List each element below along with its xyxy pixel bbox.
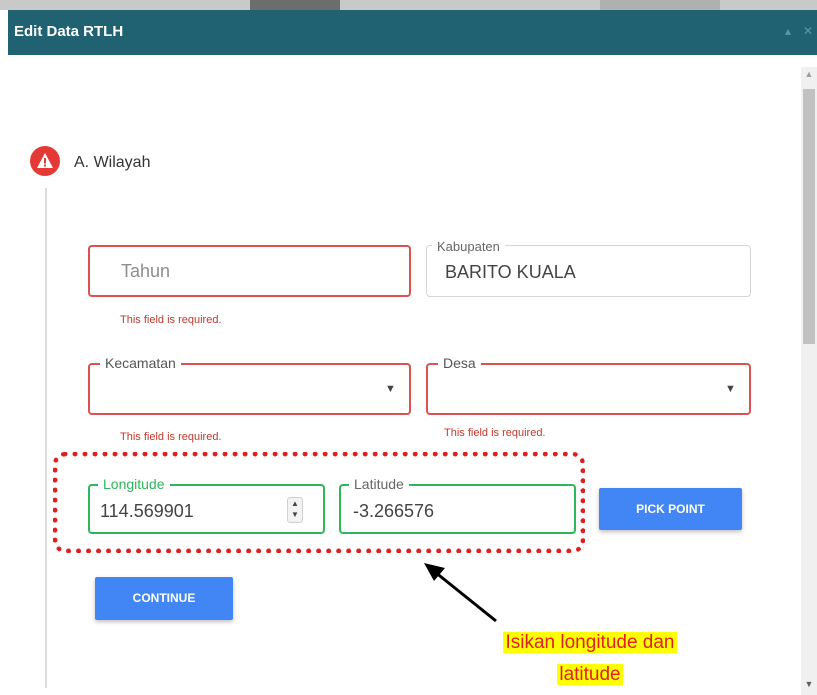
- annotation-arrow-icon: [424, 563, 497, 623]
- annotation-text: Isikan longitude dan latitude: [470, 626, 710, 692]
- annotation-line-2: latitude: [557, 664, 623, 685]
- annotation-line-1: Isikan longitude dan: [503, 632, 677, 653]
